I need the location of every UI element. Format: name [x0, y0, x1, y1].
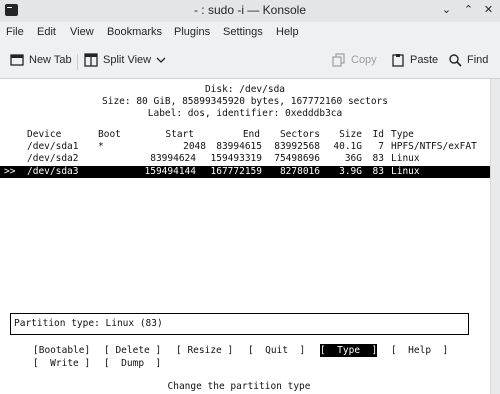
- help-button[interactable]: [ Help ]: [391, 345, 448, 356]
- column-header-sectors: Sectors: [279, 129, 320, 140]
- minimize-icon[interactable]: ⌄: [440, 4, 453, 17]
- split-view-label: Split View: [103, 54, 152, 66]
- column-header-end: End: [242, 129, 260, 140]
- split-view-button[interactable]: Split View: [84, 53, 166, 67]
- partition-start: 159494144: [144, 166, 196, 177]
- paste-icon: [392, 54, 404, 67]
- column-header-id: Id: [372, 129, 384, 140]
- partition-device: /dev/sda3: [27, 166, 79, 177]
- partition-type: HPFS/NTFS/exFAT: [391, 141, 477, 152]
- menu-view[interactable]: View: [70, 26, 94, 38]
- partition-size: 40.1G: [333, 141, 362, 152]
- menu-settings[interactable]: Settings: [223, 26, 263, 38]
- selection-marker: >>: [4, 166, 16, 177]
- disk-label-line: Label: dos, identifier: 0xedddb3ca: [147, 108, 343, 119]
- partition-start: 83994624: [150, 153, 196, 164]
- terminal-scrollbar[interactable]: [490, 79, 500, 394]
- menu-bookmarks[interactable]: Bookmarks: [107, 26, 162, 38]
- chevron-down-icon: [156, 57, 166, 63]
- menu-help[interactable]: Help: [276, 26, 299, 38]
- partition-start: 2048: [183, 141, 206, 152]
- disk-size-line: Size: 80 GiB, 85899345920 bytes, 1677721…: [102, 96, 388, 107]
- partition-row-selected[interactable]: >> /dev/sda3 159494144 167772159 8278016…: [0, 166, 490, 178]
- terminal-area[interactable]: Disk: /dev/sda Size: 80 GiB, 85899345920…: [0, 79, 490, 394]
- menu-bar: File Edit View Bookmarks Plugins Setting…: [0, 22, 500, 44]
- search-icon: [449, 54, 462, 67]
- column-header-size: Size: [339, 129, 362, 140]
- menu-edit[interactable]: Edit: [37, 26, 56, 38]
- partition-sectors: 8278016: [279, 166, 320, 177]
- new-tab-label: New Tab: [29, 54, 72, 66]
- partition-id: 83: [372, 153, 384, 164]
- toolbar-separator: [77, 54, 78, 70]
- column-header-start: Start: [165, 129, 194, 140]
- close-icon[interactable]: ✕: [482, 4, 495, 17]
- partition-device: /dev/sda1: [27, 141, 79, 152]
- new-tab-button[interactable]: New Tab: [10, 53, 72, 67]
- menu-plugins[interactable]: Plugins: [174, 26, 210, 38]
- partition-device: /dev/sda2: [27, 153, 79, 164]
- toolbar: New Tab Split View Copy Paste Find: [0, 44, 500, 79]
- split-view-icon: [84, 53, 98, 67]
- new-tab-icon: [10, 54, 24, 66]
- quit-button[interactable]: [ Quit ]: [248, 345, 305, 356]
- column-header-device: Device: [27, 129, 62, 140]
- paste-button[interactable]: Paste: [391, 53, 438, 67]
- copy-icon: [332, 53, 345, 67]
- partition-sectors: 83992568: [274, 141, 320, 152]
- partition-sectors: 75498696: [274, 153, 320, 164]
- copy-button[interactable]: Copy: [332, 53, 377, 67]
- partition-type: Linux: [391, 166, 420, 177]
- column-header-type: Type: [391, 129, 414, 140]
- dump-button[interactable]: [ Dump ]: [104, 358, 161, 369]
- action-hint: Change the partition type: [167, 381, 311, 392]
- bootable-button[interactable]: [Bootable]: [33, 345, 90, 356]
- find-button[interactable]: Find: [448, 53, 488, 67]
- partition-type-box: Partition type: Linux (83): [10, 313, 469, 335]
- disk-name-line: Disk: /dev/sda: [204, 84, 286, 95]
- partition-type-text: Partition type: Linux (83): [14, 318, 163, 329]
- partition-end: 83994615: [216, 141, 262, 152]
- window-title: - : sudo -i — Konsole: [193, 3, 307, 17]
- copy-label: Copy: [351, 54, 377, 66]
- partition-id: 7: [378, 141, 384, 152]
- partition-id: 83: [372, 166, 384, 177]
- maximize-icon[interactable]: ⌃: [462, 4, 475, 17]
- delete-button[interactable]: [ Delete ]: [104, 345, 161, 356]
- resize-button[interactable]: [ Resize ]: [176, 345, 233, 356]
- partition-size: 36G: [344, 153, 362, 164]
- partition-size: 3.9G: [339, 166, 362, 177]
- partition-end: 167772159: [210, 166, 262, 177]
- column-header-boot: Boot: [98, 129, 121, 140]
- partition-end: 159493319: [210, 153, 262, 164]
- title-bar: - : sudo -i — Konsole ⌄ ⌃ ✕: [0, 0, 500, 22]
- find-label: Find: [467, 54, 489, 66]
- paste-label: Paste: [410, 54, 439, 66]
- type-button[interactable]: [ Type ]: [320, 344, 378, 357]
- partition-type: Linux: [391, 153, 420, 164]
- menu-file[interactable]: File: [6, 26, 24, 38]
- partition-boot-flag: *: [98, 141, 104, 152]
- write-button[interactable]: [ Write ]: [33, 358, 90, 369]
